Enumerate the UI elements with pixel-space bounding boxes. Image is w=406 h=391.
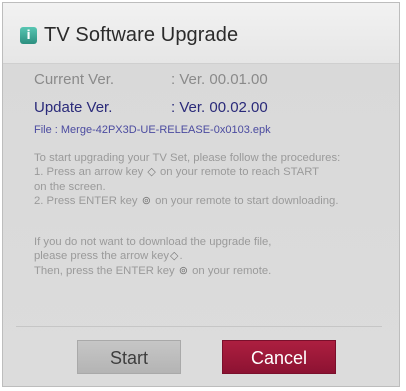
instruction-line: please press the arrow key◇. [34,250,183,263]
enter-key-icon: ⊚ [178,264,188,277]
update-version-value: : Ver. 00.02.00 [171,99,268,116]
arrow-key-icon: ◇ [147,166,156,179]
instruction-line: 2. Press ENTER key ⊚ on your remote to s… [34,194,339,207]
current-version-label: Current Ver. [34,71,115,88]
info-icon: i [20,27,37,44]
instruction-line: If you do not want to download the upgra… [34,236,272,248]
cancel-button[interactable]: Cancel [222,340,336,374]
instruction-line: To start upgrading your TV Set, please f… [34,152,341,164]
divider [16,326,382,327]
title-bar: i TV Software Upgrade [3,3,399,64]
current-version-value: : Ver. 00.01.00 [171,71,268,88]
arrow-key-icon: ◇ [170,250,179,263]
cancel-instructions: If you do not want to download the upgra… [34,235,271,278]
instruction-line: 1. Press an arrow key ◇ on your remote t… [34,166,320,179]
upgrade-instructions: To start upgrading your TV Set, please f… [34,151,340,208]
instruction-line: on the screen. [34,180,106,193]
dialog-title: TV Software Upgrade [44,24,239,46]
upgrade-file-name: File : Merge-42PX3D-UE-RELEASE-0x0103.ep… [34,124,271,136]
update-version-label: Update Ver. [34,99,113,116]
start-button[interactable]: Start [77,340,181,374]
instruction-line: Then, press the ENTER key ⊚ on your remo… [34,264,272,277]
enter-key-icon: ⊚ [141,194,151,207]
